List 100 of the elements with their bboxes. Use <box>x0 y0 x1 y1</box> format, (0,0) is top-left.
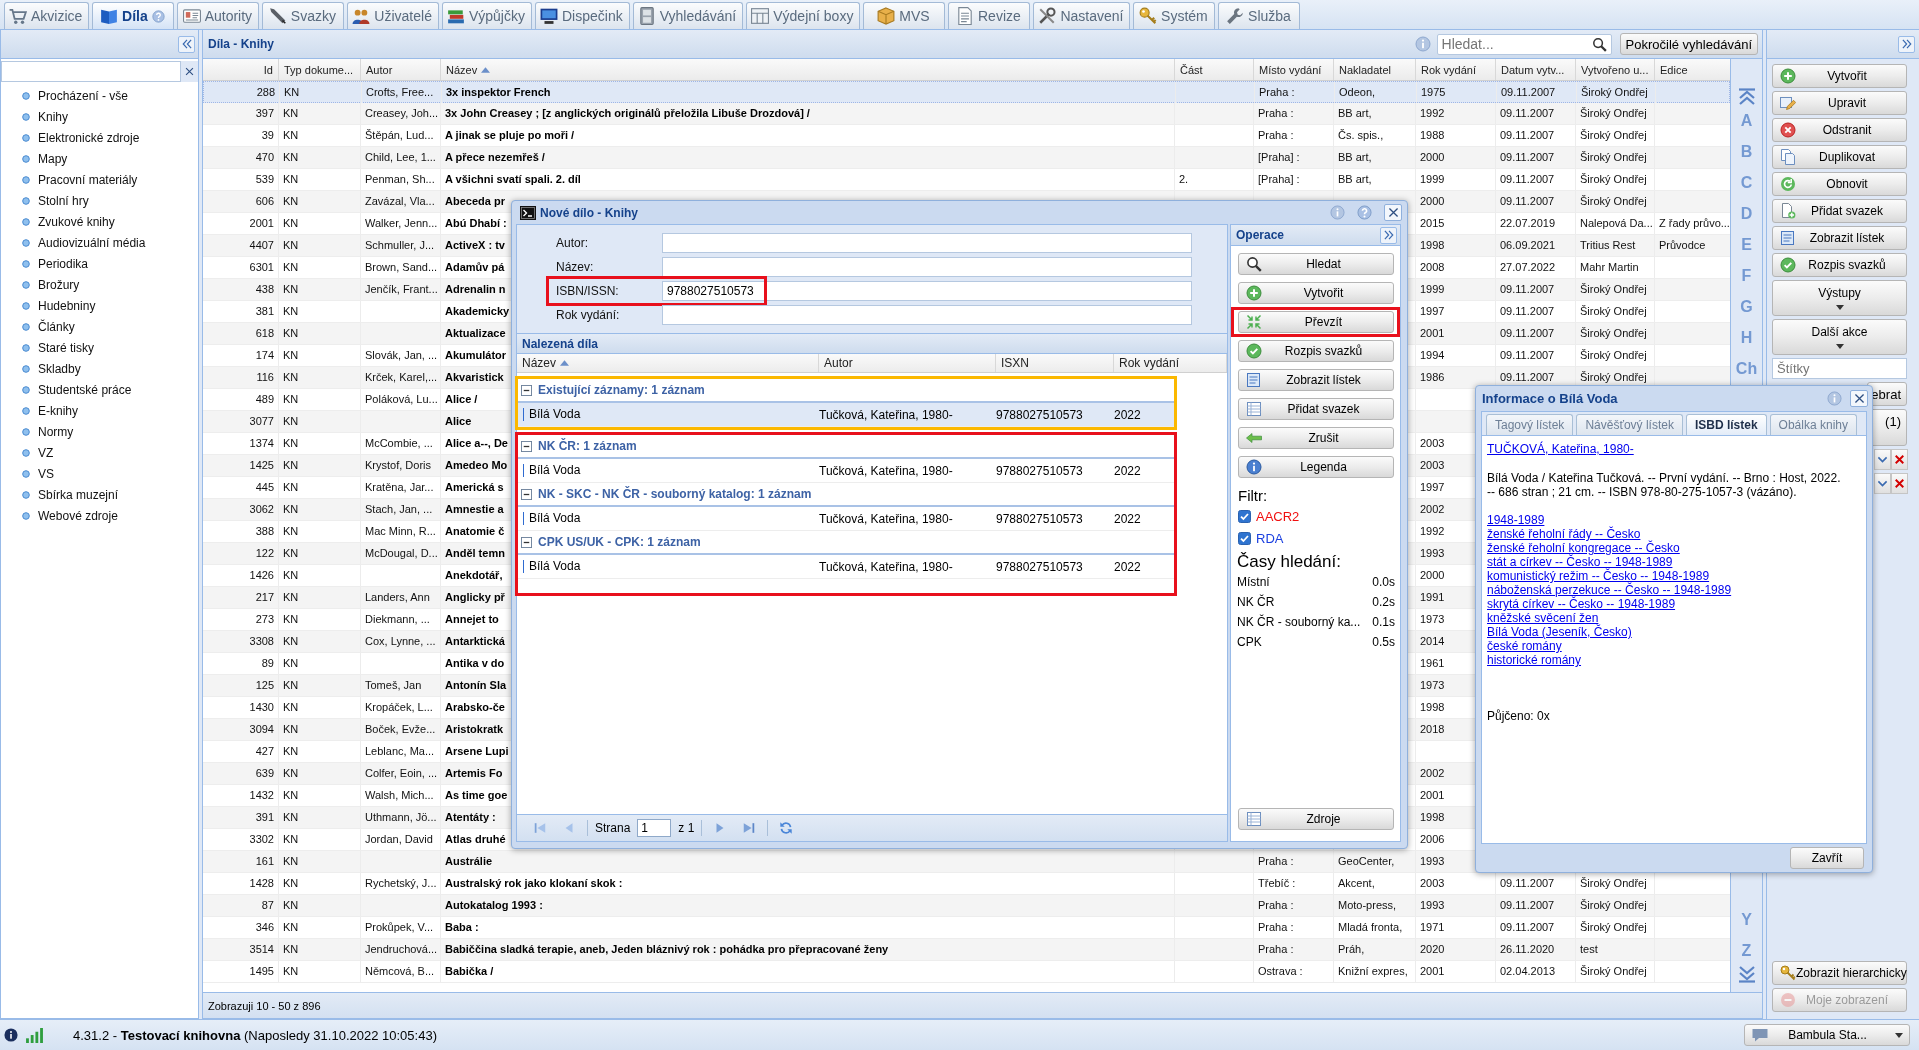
table-cell: Kratěna, Jar... <box>361 477 441 498</box>
table-cell: BB art, <box>1334 147 1416 168</box>
table-cell: 09.11.2007 <box>1496 301 1576 322</box>
table-cell-text: Tučková, Kateřina, 1980- <box>818 463 954 478</box>
table-cell: Cox, Lynne, ... <box>361 631 441 652</box>
table-cell: 1993 <box>1416 895 1496 916</box>
table-cell: Brown, Sand... <box>361 257 441 278</box>
table-cell: KN <box>279 939 361 960</box>
table-cell: Akcent, <box>1334 873 1416 894</box>
table-cell: 381 <box>203 301 279 322</box>
table-cell: KN <box>279 345 361 366</box>
table-cell: Uthmann, Jö... <box>361 807 441 828</box>
table-cell: Praha : <box>1254 125 1334 146</box>
table-cell: 2001 <box>1416 323 1496 344</box>
table-cell: 27.07.2022 <box>1496 257 1576 278</box>
table-cell: 1994 <box>1416 345 1496 366</box>
table-cell-text: 9788027510573 <box>995 463 1084 478</box>
section-heading: Časy hledání: <box>1237 552 1341 572</box>
table-cell: Walker, Jenn... <box>361 213 441 234</box>
table-cell: 1988 <box>1416 125 1496 146</box>
search-time: 0.5s <box>1372 635 1395 649</box>
panel-title: Díla - Knihy <box>208 37 274 51</box>
table-cell: KN <box>279 653 361 674</box>
panel-title: Operace <box>1236 228 1285 242</box>
table-cell: 3077 <box>203 411 279 432</box>
table-cell: Mahr Martin <box>1576 257 1655 278</box>
table-cell: 3308 <box>203 631 279 652</box>
table-cell: 606 <box>203 191 279 212</box>
table-cell: KN <box>279 125 361 146</box>
table-cell: BB art, <box>1334 169 1416 190</box>
table-cell: Široký Ondřej <box>1576 323 1655 344</box>
table-cell: Child, Lee, 1... <box>361 147 441 168</box>
table-cell: Creasey, Joh... <box>361 103 441 124</box>
table-cell: 2001 <box>203 213 279 234</box>
table-cell: 618 <box>203 323 279 344</box>
table-cell: Bílá Voda <box>523 560 817 573</box>
table-cell: KN <box>279 763 361 784</box>
table-cell: McDougal, D... <box>361 543 441 564</box>
table-cell: KN <box>279 565 361 586</box>
table-cell: 122 <box>203 543 279 564</box>
table-cell: Široký Ondřej <box>1576 125 1655 146</box>
table-cell: Praha : <box>1254 895 1334 916</box>
table-cell: 09.11.2007 <box>1496 279 1576 300</box>
table-cell: KN <box>279 389 361 410</box>
table-cell: Čs. spis., <box>1334 125 1416 146</box>
table-cell: 87 <box>203 895 279 916</box>
table-cell: Praha : <box>1254 917 1334 938</box>
table-cell: Zavázal, Vla... <box>361 191 441 212</box>
table-cell: KN <box>279 411 361 432</box>
table-cell: KN <box>279 895 361 916</box>
table-cell: 2000 <box>1416 147 1496 168</box>
table-cell: 09.11.2007 <box>1496 191 1576 212</box>
table-cell: Třebíč : <box>1254 873 1334 894</box>
table-cell: KN <box>279 851 361 872</box>
table-cell: Praha : <box>1254 939 1334 960</box>
table-cell: 1425 <box>203 455 279 476</box>
table-cell: Leblanc, Ma... <box>361 741 441 762</box>
table-cell: 09.11.2007 <box>1496 917 1576 938</box>
table-cell: 2. <box>1175 169 1254 190</box>
table-cell: 09.11.2007 <box>1496 169 1576 190</box>
table-cell: Tomeš, Jan <box>361 675 441 696</box>
table-cell: Rychetský, J... <box>361 873 441 894</box>
table-cell: Babiččina sladká terapie, aneb, Jeden bláznivý rok : pohádka pro přepracované ženy <box>441 939 1175 960</box>
table-cell: KN <box>279 961 361 982</box>
table-cell: 1495 <box>203 961 279 982</box>
table-cell: 4407 <box>203 235 279 256</box>
table-cell: 391 <box>203 807 279 828</box>
search-time: 0.2s <box>1372 595 1395 609</box>
table-cell: 09.11.2007 <box>1496 895 1576 916</box>
table-cell: Praha : <box>1254 851 1334 872</box>
checkbox-label: AACR2 <box>1256 509 1300 524</box>
table-cell: 09.11.2007 <box>1496 125 1576 146</box>
table-cell: Ostrava : <box>1254 961 1334 982</box>
table-cell-text: 2022 <box>1113 463 1142 478</box>
table-cell: Moto-press, <box>1334 895 1416 916</box>
table-cell: Penman, Sh... <box>361 169 441 190</box>
table-cell: 470 <box>203 147 279 168</box>
table-cell: Nalepová Da... <box>1576 213 1655 234</box>
table-cell: Babička / <box>441 961 1175 982</box>
table-cell: test <box>1576 939 1655 960</box>
table-cell: McCombie, ... <box>361 433 441 454</box>
table-cell: KN <box>279 455 361 476</box>
table-cell: KN <box>279 675 361 696</box>
table-cell: Široký Ondřej <box>1576 345 1655 366</box>
table-cell: 445 <box>203 477 279 498</box>
field-label: ISBN/ISSN: <box>556 284 620 298</box>
table-cell: KN <box>279 169 361 190</box>
table-cell: KN <box>279 873 361 894</box>
table-cell: Autokatalog 1993 : <box>441 895 1175 916</box>
table-cell: Široký Ondřej <box>1576 147 1655 168</box>
table-cell: 3x John Creasey ; [z anglických originálů přeložila Libuše Drozdová] / <box>441 103 1175 124</box>
table-cell: 174 <box>203 345 279 366</box>
table-cell: Široký Ondřej <box>1576 301 1655 322</box>
source-name: Místní <box>1237 575 1270 589</box>
table-cell: 116 <box>203 367 279 388</box>
table-cell: BB art, <box>1334 103 1416 124</box>
table-cell: 2001 <box>1416 961 1496 982</box>
table-cell: 06.09.2021 <box>1496 235 1576 256</box>
table-cell: Krček, Karel,... <box>361 367 441 388</box>
field-label: Autor: <box>556 236 589 250</box>
